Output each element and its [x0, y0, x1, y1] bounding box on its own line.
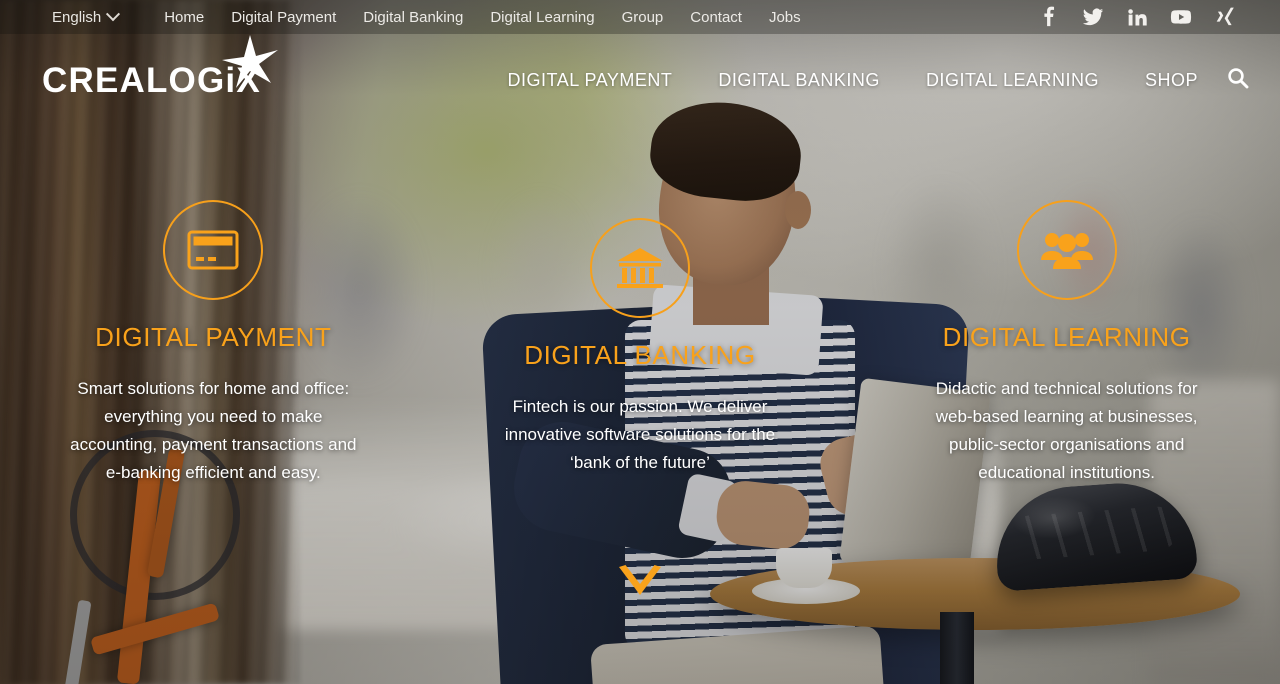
- utility-nav: Home Digital Payment Digital Banking Dig…: [164, 9, 800, 26]
- utility-nav-item-contact[interactable]: Contact: [690, 9, 742, 26]
- utility-nav-item-home[interactable]: Home: [164, 9, 204, 26]
- chevron-down-icon: [619, 565, 661, 599]
- hero-section: English Home Digital Payment Digital Ban…: [0, 0, 1280, 684]
- language-selector[interactable]: English: [52, 7, 121, 26]
- feature-description: Smart solutions for home and office: eve…: [70, 379, 357, 482]
- utility-nav-item-group[interactable]: Group: [622, 9, 664, 26]
- logo[interactable]: CREALOGiX: [42, 34, 278, 98]
- main-nav: DIGITAL PAYMENT DIGITAL BANKING DIGITAL …: [508, 70, 1198, 91]
- scroll-down-button[interactable]: [619, 565, 661, 600]
- top-utility-bar: English Home Digital Payment Digital Ban…: [0, 0, 1280, 34]
- feature-description: Didactic and technical solutions for web…: [935, 379, 1198, 482]
- language-selector-label: English: [52, 8, 102, 26]
- utility-nav-item-digital-banking[interactable]: Digital Banking: [363, 9, 463, 26]
- social-links: [1038, 6, 1236, 28]
- feature-title: DIGITAL PAYMENT: [95, 322, 332, 352]
- xing-icon[interactable]: [1214, 6, 1236, 28]
- site-header: CREALOGiX DIGITAL PAYMENT DIGITAL BANKIN…: [0, 34, 1280, 126]
- feature-description: Fintech is our passion. We deliver innov…: [504, 397, 776, 472]
- chevron-down-icon: [106, 7, 121, 22]
- linkedin-icon[interactable]: [1126, 6, 1148, 28]
- star-icon: [220, 33, 280, 93]
- main-nav-item-digital-learning[interactable]: DIGITAL LEARNING: [926, 70, 1099, 91]
- feature-columns: DIGITAL PAYMENT Smart solutions for home…: [0, 200, 1280, 500]
- main-nav-item-digital-banking[interactable]: DIGITAL BANKING: [718, 70, 880, 91]
- search-icon: [1226, 66, 1250, 95]
- feature-column-digital-learning[interactable]: DIGITAL LEARNING Didactic and technical …: [853, 200, 1280, 500]
- youtube-icon[interactable]: [1170, 6, 1192, 28]
- utility-nav-item-jobs[interactable]: Jobs: [769, 9, 801, 26]
- main-nav-item-shop[interactable]: SHOP: [1145, 70, 1198, 91]
- feature-title: DIGITAL LEARNING: [942, 322, 1191, 352]
- bank-icon: [589, 218, 690, 318]
- utility-nav-item-digital-learning[interactable]: Digital Learning: [490, 9, 594, 26]
- twitter-icon[interactable]: [1082, 6, 1104, 28]
- people-group-icon: [1016, 200, 1117, 300]
- credit-card-icon: [163, 200, 264, 300]
- utility-nav-item-digital-payment[interactable]: Digital Payment: [231, 9, 336, 26]
- search-button[interactable]: [1226, 66, 1250, 95]
- feature-column-digital-banking[interactable]: DIGITAL BANKING Fintech is our passion. …: [427, 200, 854, 500]
- feature-title: DIGITAL BANKING: [524, 340, 756, 370]
- facebook-icon[interactable]: [1038, 6, 1060, 28]
- main-nav-item-digital-payment[interactable]: DIGITAL PAYMENT: [508, 70, 673, 91]
- feature-column-digital-payment[interactable]: DIGITAL PAYMENT Smart solutions for home…: [0, 200, 427, 500]
